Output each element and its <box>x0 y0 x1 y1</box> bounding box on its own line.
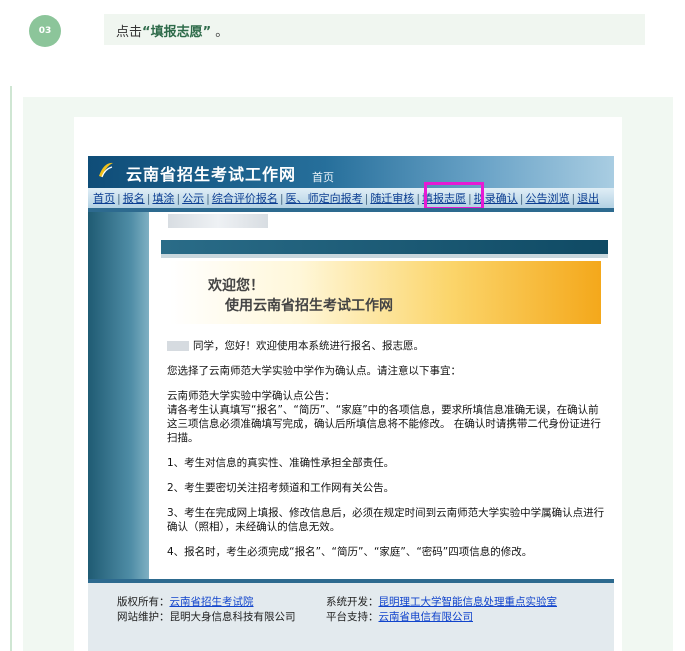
notice-item-1: 1、考生对信息的真实性、准确性承担全部责任。 <box>167 457 395 469</box>
nav-register[interactable]: 报名 <box>122 190 146 206</box>
left-sidebar <box>88 212 149 579</box>
notice-item-2: 2、考生要密切关注招考频道和工作网有关公告。 <box>167 482 395 494</box>
site-logo-icon <box>99 162 113 178</box>
nav-fill[interactable]: 填涂 <box>151 190 175 206</box>
notice-title: 云南师范大学实验中学确认点公告： <box>167 390 335 402</box>
blurred-user-info <box>168 214 268 228</box>
step-prefix: 点击 <box>116 25 143 40</box>
site-title: 云南省招生考试工作网 <box>126 165 297 184</box>
footer-copyright: 版权所有：云南省招生考试院 <box>117 596 254 608</box>
notice-item-4: 4、报名时，考生必须完成“报名”、“简历”、“家庭”、“密码”四项信息的修改。 <box>167 546 533 558</box>
nav-announcements[interactable]: 公告浏览 <box>524 190 570 206</box>
blurred-student-name <box>167 341 189 351</box>
content-title-shadow <box>161 254 608 258</box>
site-nav: 首页 | 报名 | 填涂 | 公示 | 综合评价报名 | 医、师定向报考 | 随迁审核 | 填… <box>88 188 614 208</box>
notice-text: 云南师范大学实验中学确认点公告： 请各考生认真填写“报名”、“简历”、“家庭”中的… <box>167 389 607 445</box>
chosen-point-text: 您选择了云南师范大学实验中学作为确认点。请注意以下事宜： <box>167 365 461 377</box>
step-suffix: 。 <box>211 25 229 40</box>
greeting-text: 同学，您好！欢迎使用本系统进行报名、报志愿。 <box>167 339 607 353</box>
welcome-line-1: 欢迎您！ <box>208 278 264 294</box>
notice-body: 请各考生认真填写“报名”、“简历”、“家庭”中的各项信息，要求所填信息准确无误，… <box>167 404 601 444</box>
nav-migrant-review[interactable]: 随迁审核 <box>369 190 415 206</box>
step-number-badge: 03 <box>29 15 61 47</box>
nav-comprehensive[interactable]: 综合评价报名 <box>211 190 279 206</box>
site-banner: 云南省招生考试工作网 首页 <box>88 156 614 188</box>
nav-home[interactable]: 首页 <box>92 190 116 206</box>
site-screenshot: 云南省招生考试工作网 首页 首页 | 报名 | 填涂 | 公示 | 综合评价报名 | 医、… <box>88 156 614 651</box>
developer-link[interactable]: 昆明理工大学智能信息处理重点实验室 <box>379 596 558 608</box>
footer-developer: 系统开发：昆明理工大学智能信息处理重点实验室 <box>326 596 558 608</box>
header-strip <box>88 208 614 212</box>
copyright-link[interactable]: 云南省招生考试院 <box>170 596 254 608</box>
footer-support: 平台支持：云南省电信有限公司 <box>326 611 474 623</box>
notice-item-3: 3、考生在完成网上填报、修改信息后，必须在规定时间到云南师范大学实验中学属确认点… <box>167 507 605 533</box>
notice-content: 同学，您好！欢迎使用本系统进行报名、报志愿。 您选择了云南师范大学实验中学作为确… <box>167 339 607 570</box>
site-subtitle: 首页 <box>312 171 334 184</box>
nav-notice[interactable]: 公示 <box>181 190 205 206</box>
nav-logout[interactable]: 退出 <box>576 190 600 206</box>
step-quote-open: “ <box>142 25 151 40</box>
welcome-line-2: 使用云南省招生考试工作网 <box>225 298 393 314</box>
support-link[interactable]: 云南省电信有限公司 <box>379 611 474 623</box>
content-title-bar <box>161 240 608 254</box>
welcome-banner: 欢迎您！ 使用云南省招生考试工作网 <box>170 261 601 324</box>
step-quote-close: ” <box>202 25 212 40</box>
left-accent-line <box>10 86 12 651</box>
step-target: 填报志愿 <box>150 25 203 40</box>
nav-directed[interactable]: 医、师定向报考 <box>285 190 364 206</box>
site-footer: 版权所有：云南省招生考试院 系统开发：昆明理工大学智能信息处理重点实验室 网站维… <box>88 583 614 651</box>
highlight-box <box>424 182 484 210</box>
footer-maintenance: 网站维护：昆明大身信息科技有限公司 <box>117 611 296 623</box>
step-instruction: 点击“填报志愿” 。 <box>104 14 645 45</box>
